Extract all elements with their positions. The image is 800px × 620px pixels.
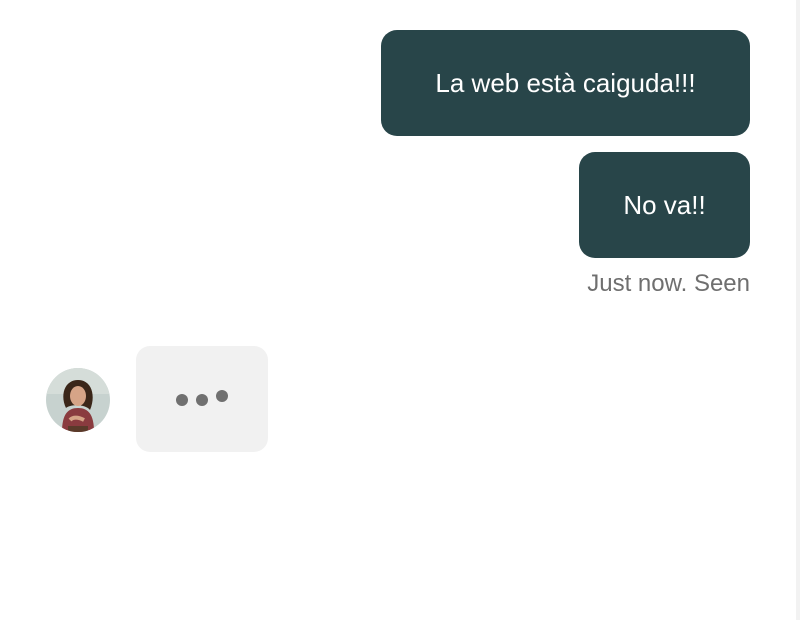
typing-dot: [176, 394, 188, 406]
chat-window: La web està caiguda!!! No va!! Just now.…: [0, 0, 800, 620]
typing-dot: [196, 394, 208, 406]
user-avatar-icon: [46, 368, 110, 432]
message-status: Just now. Seen: [587, 270, 750, 297]
outgoing-message: No va!!: [579, 152, 750, 258]
message-text: La web està caiguda!!!: [435, 67, 696, 98]
typing-dot: [216, 390, 228, 402]
avatar[interactable]: [46, 368, 110, 432]
typing-indicator: [136, 346, 268, 452]
outgoing-message: La web està caiguda!!!: [381, 30, 750, 136]
scrollbar-track[interactable]: [796, 0, 800, 620]
message-text: No va!!: [623, 189, 706, 220]
